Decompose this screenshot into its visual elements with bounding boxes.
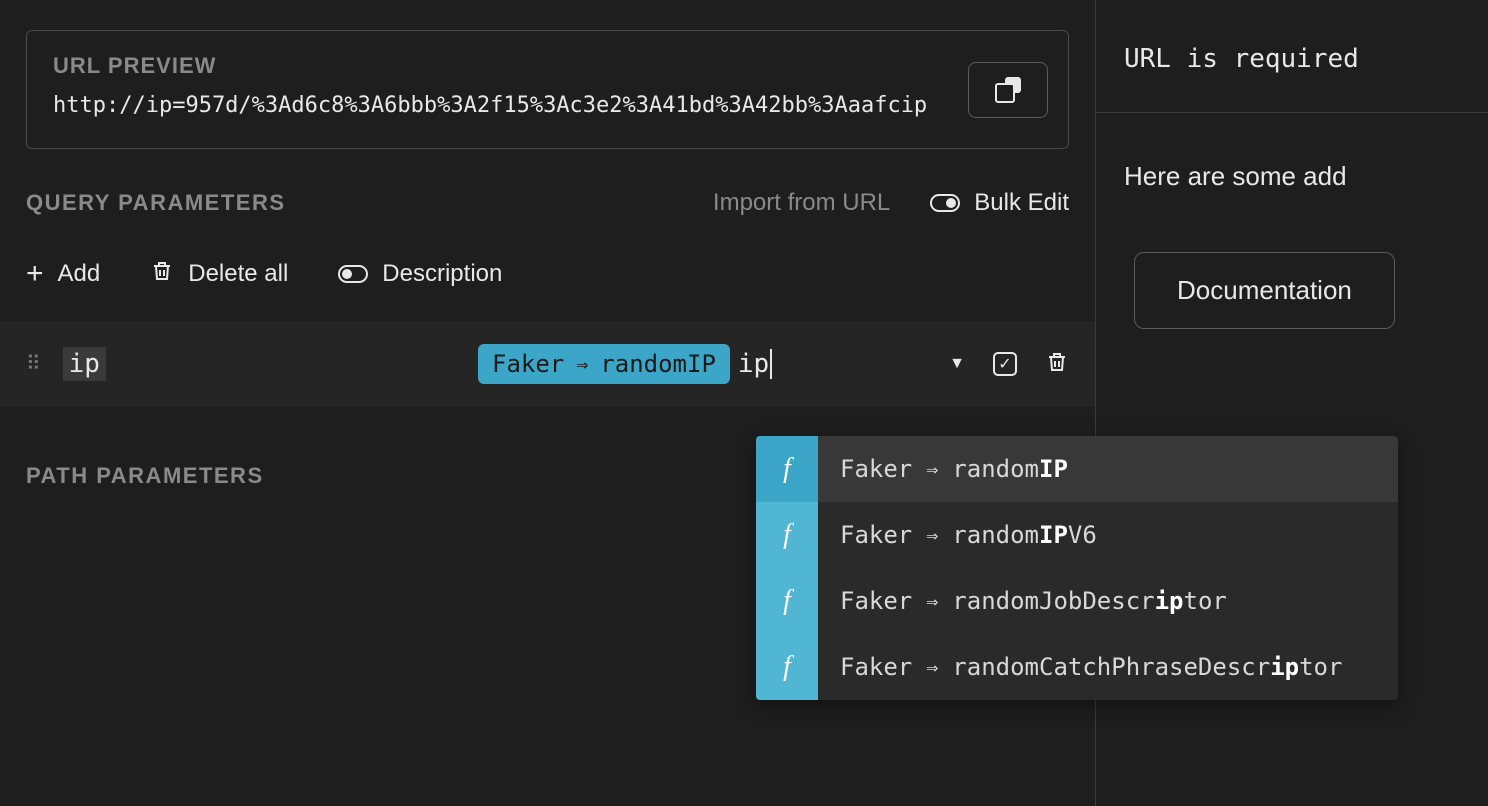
faker-pill[interactable]: Faker ⇒ randomIP xyxy=(478,344,730,384)
delete-all-button[interactable]: Delete all xyxy=(150,259,288,290)
toggle-icon xyxy=(338,265,368,283)
faker-pill-prefix: Faker xyxy=(492,350,564,378)
chevron-down-icon[interactable]: ▼ xyxy=(949,355,965,373)
autocomplete-item[interactable]: fFaker⇒randomJobDescriptor xyxy=(756,568,1398,634)
autocomplete-item-label: Faker⇒randomIP xyxy=(818,455,1068,483)
autocomplete-item[interactable]: fFaker⇒randomIP xyxy=(756,436,1398,502)
arrow-icon: ⇒ xyxy=(576,352,588,376)
documentation-button[interactable]: Documentation xyxy=(1134,252,1395,329)
description-toggle-button[interactable]: Description xyxy=(338,260,502,288)
trash-icon xyxy=(150,259,174,290)
url-preview-label: URL PREVIEW xyxy=(53,53,1042,79)
text-cursor xyxy=(770,349,772,379)
function-icon: f xyxy=(756,634,818,700)
autocomplete-item[interactable]: fFaker⇒randomIPV6 xyxy=(756,502,1398,568)
query-params-title: QUERY PARAMETERS xyxy=(26,190,286,216)
query-param-row: ⠿ ip Faker ⇒ randomIP ip ▼ ✓ xyxy=(0,321,1095,407)
autocomplete-item-label: Faker⇒randomIPV6 xyxy=(818,521,1097,549)
bulk-edit-button[interactable]: Bulk Edit xyxy=(930,189,1069,217)
bulk-edit-label: Bulk Edit xyxy=(974,189,1069,217)
function-icon: f xyxy=(756,568,818,634)
param-value-input[interactable]: Faker ⇒ randomIP ip xyxy=(478,344,772,384)
autocomplete-dropdown: fFaker⇒randomIPfFaker⇒randomIPV6fFaker⇒r… xyxy=(756,436,1398,700)
add-param-button[interactable]: Add xyxy=(26,257,100,291)
query-params-toolbar: Add Delete all Description xyxy=(0,217,1095,321)
typed-text: ip xyxy=(738,349,772,380)
faker-pill-value: randomIP xyxy=(600,350,716,378)
function-icon: f xyxy=(756,436,818,502)
param-enabled-checkbox[interactable]: ✓ xyxy=(993,352,1017,376)
side-body: Here are some add Documentation xyxy=(1096,113,1488,329)
import-from-url-button[interactable]: Import from URL xyxy=(713,189,890,217)
row-end-controls: ▼ ✓ xyxy=(949,349,1069,380)
url-preview-value: http://ip=957d/%3Ad6c8%3A6bbb%3A2f15%3Ac… xyxy=(53,89,1042,122)
add-label: Add xyxy=(58,260,101,288)
main-panel: URL PREVIEW http://ip=957d/%3Ad6c8%3A6bb… xyxy=(0,0,1095,806)
url-preview-box: URL PREVIEW http://ip=957d/%3Ad6c8%3A6bb… xyxy=(26,30,1069,149)
param-key-input[interactable]: ip xyxy=(63,347,106,381)
description-label: Description xyxy=(382,260,502,288)
autocomplete-item-label: Faker⇒randomCatchPhraseDescriptor xyxy=(818,653,1342,681)
side-status-message: URL is required xyxy=(1096,0,1488,113)
autocomplete-item[interactable]: fFaker⇒randomCatchPhraseDescriptor xyxy=(756,634,1398,700)
function-icon: f xyxy=(756,502,818,568)
copy-button[interactable] xyxy=(968,62,1048,118)
drag-handle-icon[interactable]: ⠿ xyxy=(26,357,43,371)
delete-row-button[interactable] xyxy=(1045,349,1069,380)
autocomplete-item-label: Faker⇒randomJobDescriptor xyxy=(818,587,1227,615)
query-params-actions: Import from URL Bulk Edit xyxy=(713,189,1069,217)
copy-icon xyxy=(995,77,1021,103)
query-params-header: QUERY PARAMETERS Import from URL Bulk Ed… xyxy=(0,149,1095,217)
side-hint-text: Here are some add xyxy=(1124,161,1488,192)
plus-icon xyxy=(26,257,44,291)
delete-all-label: Delete all xyxy=(188,260,288,288)
toggle-icon xyxy=(930,194,960,212)
